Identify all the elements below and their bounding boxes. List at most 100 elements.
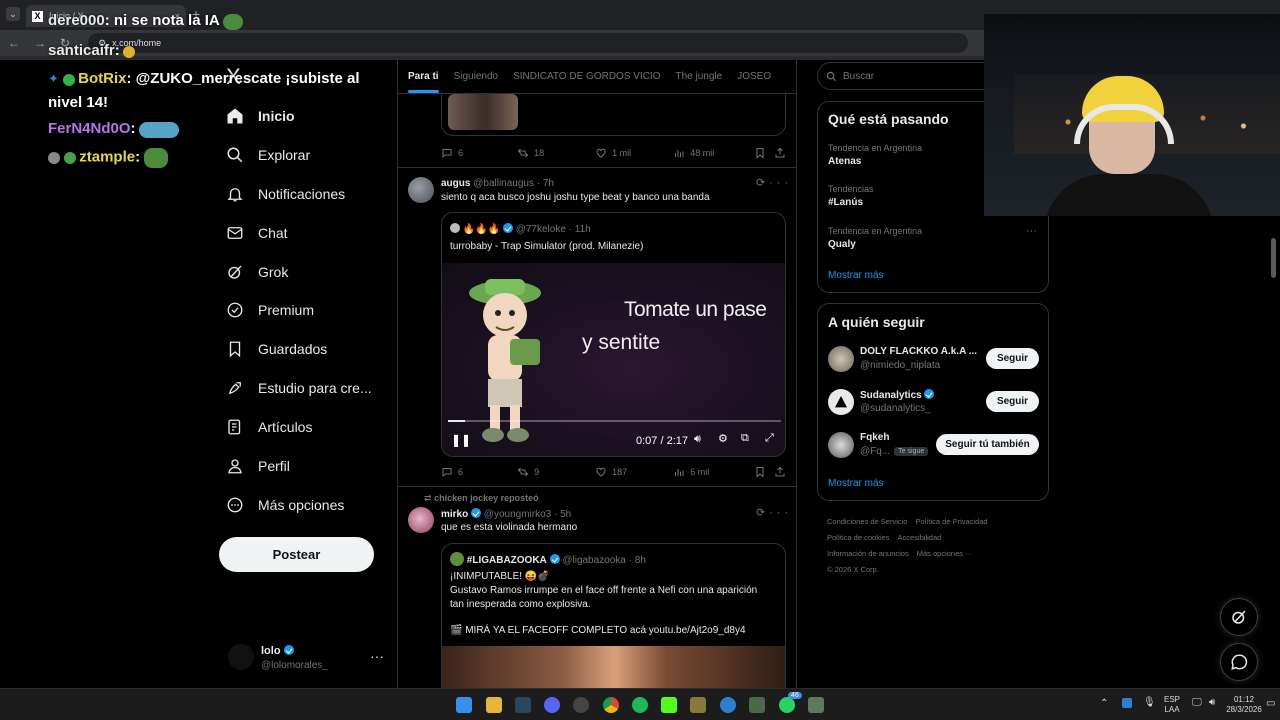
footer-cookies[interactable]: Política de cookies — [827, 533, 890, 542]
page-scrollbar[interactable] — [1271, 216, 1276, 686]
bookmark-button[interactable] — [754, 466, 774, 478]
discord-icon[interactable] — [544, 697, 560, 713]
tray-chevron-icon[interactable]: ⌃ — [1100, 698, 1108, 709]
url-field[interactable]: ⚙ x.com/home — [88, 33, 969, 53]
tab-search-icon[interactable]: ⌄ — [6, 7, 20, 21]
avatar[interactable] — [828, 346, 854, 372]
forward-icon[interactable]: → — [34, 36, 46, 50]
steam-icon[interactable] — [515, 697, 531, 713]
tweet-time[interactable]: · 5h — [554, 509, 571, 520]
more-icon[interactable]: ··· — [769, 177, 792, 189]
avatar[interactable] — [408, 177, 434, 203]
grok-fab[interactable] — [1220, 598, 1258, 636]
follow-handle[interactable]: @sudanalytics_ — [860, 403, 931, 414]
nav-item-mas-opciones[interactable]: Más opciones — [226, 494, 344, 516]
reply-button[interactable]: 6 — [441, 147, 517, 159]
tab-joseo[interactable]: JOSEO — [737, 71, 771, 82]
messages-fab[interactable] — [1220, 643, 1258, 681]
trend-name[interactable]: #Lanús — [828, 197, 863, 208]
video-progress-bar[interactable] — [448, 420, 781, 422]
show-more-link[interactable]: Mostrar más — [828, 478, 884, 489]
avatar[interactable] — [828, 432, 854, 458]
start-icon[interactable] — [456, 697, 472, 713]
avatar[interactable] — [828, 389, 854, 415]
tab-para-ti[interactable]: Para ti — [408, 71, 439, 93]
footer-ads-info[interactable]: Información de anuncios — [827, 549, 909, 558]
obs-icon[interactable] — [573, 697, 589, 713]
nav-item-grok[interactable]: Grok — [226, 261, 288, 283]
follow-name[interactable]: DOLY FLACKKO A.k.A ... — [860, 346, 977, 357]
more-icon[interactable]: ··· — [769, 507, 792, 519]
nav-item-inicio[interactable]: Inicio — [226, 105, 295, 127]
quote-line4[interactable]: 🎬 MIRÁ YA EL FACEOFF COMPLETO acá youtu.… — [450, 624, 746, 638]
views-button[interactable]: 6 mil — [673, 466, 754, 478]
follow-handle[interactable]: @Fq... — [860, 446, 890, 457]
bookmark-button[interactable] — [754, 147, 774, 159]
author-handle[interactable]: @youngmirko3 — [484, 509, 551, 520]
tray-app-icon[interactable] — [1122, 698, 1132, 708]
show-more-link[interactable]: Mostrar más — [828, 270, 884, 281]
trend-more-icon[interactable]: ··· — [1026, 225, 1037, 237]
like-button[interactable]: 187 — [595, 466, 673, 478]
tab-sindicato[interactable]: SINDICATO DE GORDOS VICIO — [513, 71, 660, 82]
volume-icon[interactable]: 🔊︎ — [694, 433, 701, 446]
footer-accessibility[interactable]: Accesibilidad — [898, 533, 942, 542]
volume-icon[interactable]: 🔊︎ — [1209, 697, 1215, 708]
nav-item-articulos[interactable]: Artículos — [226, 416, 312, 438]
views-button[interactable]: 48 mil — [673, 147, 754, 159]
account-more-icon[interactable]: ··· — [370, 648, 384, 664]
mic-icon[interactable]: 🎙︎ — [1143, 697, 1156, 708]
media-thumbnail[interactable] — [448, 94, 518, 130]
follow-button[interactable]: Seguir — [986, 348, 1039, 369]
scrollbar-thumb[interactable] — [1271, 238, 1276, 278]
share-button[interactable] — [774, 466, 786, 478]
grok-icon[interactable]: ⟳ — [756, 177, 769, 189]
settings-icon[interactable]: ⚙ — [718, 432, 728, 445]
file-explorer-icon[interactable] — [486, 697, 502, 713]
quoted-tweet[interactable]: #LIGABAZOOKA @ligabazooka · 8h ¡INIMPUTA… — [441, 543, 786, 688]
spotify-icon[interactable] — [632, 697, 648, 713]
nav-item-chat[interactable]: Chat — [226, 222, 288, 244]
follow-name[interactable]: Sudanalytics — [860, 390, 922, 401]
footer-more[interactable]: Más opciones ··· — [917, 549, 973, 558]
nav-item-guardados[interactable]: Guardados — [226, 338, 327, 360]
reply-button[interactable]: 6 — [441, 466, 517, 478]
author-handle[interactable]: @ballinaugus — [473, 178, 534, 189]
follow-button[interactable]: Seguir — [986, 391, 1039, 412]
pause-icon[interactable]: ❚❚ — [451, 433, 471, 447]
quoted-tweet[interactable]: 🔥🔥🔥 @77keloke · 11h turrobaby - Trap Sim… — [441, 212, 786, 457]
fullscreen-icon[interactable]: ⤢ — [765, 432, 774, 445]
footer-privacy[interactable]: Política de Privacidad — [915, 517, 987, 526]
trend-name[interactable]: Atenas — [828, 156, 861, 167]
trend-name[interactable]: Qualy — [828, 239, 856, 250]
nav-item-estudio[interactable]: Estudio para cre... — [226, 377, 372, 399]
clock[interactable]: 01:12 28/3/2026 — [1226, 695, 1262, 715]
nav-item-premium[interactable]: Premium — [226, 299, 314, 321]
author-name[interactable]: mirko — [441, 509, 468, 520]
reposted-by[interactable]: chicken jockey reposteó — [434, 493, 539, 503]
kick-icon[interactable] — [661, 697, 677, 713]
quote-media-image[interactable] — [442, 646, 785, 688]
video-player[interactable]: Tomate un pase y sentite ❚❚ 0:07 / 2:17 … — [442, 263, 785, 456]
chrome-icon[interactable] — [603, 697, 619, 713]
tab-the-jungle[interactable]: The jungle — [676, 71, 723, 82]
language-indicator[interactable]: ESP LAA — [1164, 695, 1180, 715]
footer-terms[interactable]: Condiciones de Servicio — [827, 517, 907, 526]
app-icon[interactable] — [808, 697, 824, 713]
author-name[interactable]: augus — [441, 178, 470, 189]
nav-item-notificaciones[interactable]: Notificaciones — [226, 183, 345, 205]
follow-name[interactable]: Fqkeh — [860, 432, 889, 443]
network-icon[interactable]: 🖵 — [1192, 697, 1202, 708]
repost-button[interactable]: 9 — [517, 466, 595, 478]
avatar[interactable] — [408, 507, 434, 533]
app-icon[interactable] — [720, 697, 736, 713]
tab-siguiendo[interactable]: Siguiendo — [454, 71, 498, 82]
repost-button[interactable]: 18 — [517, 147, 595, 159]
tweet-time[interactable]: · 7h — [537, 178, 554, 189]
share-button[interactable] — [774, 147, 786, 159]
app-icon[interactable] — [749, 697, 765, 713]
back-icon[interactable]: ← — [8, 36, 20, 50]
pip-icon[interactable]: ⧉ — [741, 432, 749, 445]
nav-item-explorar[interactable]: Explorar — [226, 144, 310, 166]
app-icon[interactable] — [690, 697, 706, 713]
